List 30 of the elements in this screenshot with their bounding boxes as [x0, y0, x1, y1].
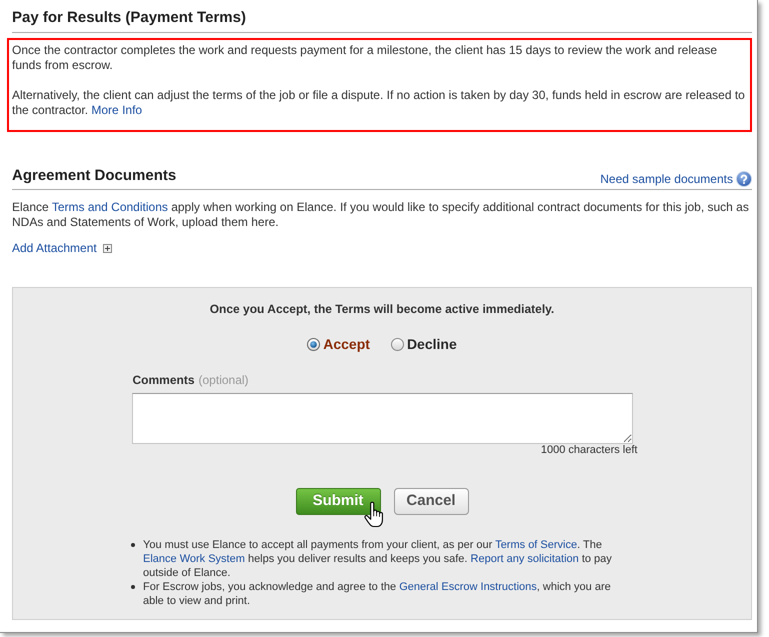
text-link[interactable]: Terms of Service [495, 539, 578, 551]
optional-hint: (optional) [198, 373, 249, 388]
plus-box-icon[interactable] [102, 244, 112, 253]
section-title: Agreement Documents [12, 167, 176, 185]
text-link[interactable]: Elance Work System [143, 553, 245, 565]
paragraph: Once the contractor completes the work and requests payment for a milestone, the client has 15 days to review the work and release funds from escrow. [12, 43, 718, 73]
hand-cursor-icon [364, 501, 384, 529]
note-text: You must use Elance to accept all payments from your client, as per our Terms of Service. The Elance Work System helps you deliver results and keeps you safe. Report any solicitation to pay outside of Elance. [143, 538, 613, 580]
radio-icon[interactable] [307, 338, 320, 350]
paragraph: Alternatively, the client can adjust the terms of the job or file a dispute. If no action is taken by day 30, funds held in escrow are released to the contractor. More Info [12, 88, 746, 118]
acceptance-notice: Once you Accept, the Terms will become active immediately. [208, 302, 556, 317]
note-text: For Escrow jobs, you acknowledge and agree to the General Escrow Instructions, which you are able to view and print. [143, 580, 612, 608]
text-link[interactable]: Terms and Conditions [52, 200, 168, 214]
text-link[interactable]: More Info [91, 103, 142, 117]
bullet-icon [131, 585, 135, 589]
cancel-button[interactable]: Cancel [394, 488, 468, 515]
add-attachment-link[interactable]: Add Attachment [12, 241, 97, 256]
character-counter: 1000 characters left [540, 444, 638, 457]
paragraph: Elance Terms and Conditions apply when working on Elance. If you would like to specify additional contract documents for this job, such as NDAs and Statements of Work, upload them here. [12, 200, 750, 230]
help-icon[interactable] [736, 171, 752, 187]
text-link[interactable]: General Escrow Instructions [399, 581, 537, 593]
text-link[interactable]: Report any solicitation [470, 553, 579, 565]
comments-label: Comments [132, 373, 195, 388]
bullet-icon [131, 543, 135, 547]
help-link[interactable]: Need sample documents [600, 172, 733, 186]
section-title: Pay for Results (Payment Terms) [12, 0, 752, 33]
radio-option[interactable]: Accept [307, 335, 370, 353]
radio-option[interactable]: Decline [390, 335, 457, 353]
radio-icon[interactable] [390, 338, 404, 350]
comments-field[interactable] [132, 393, 632, 444]
